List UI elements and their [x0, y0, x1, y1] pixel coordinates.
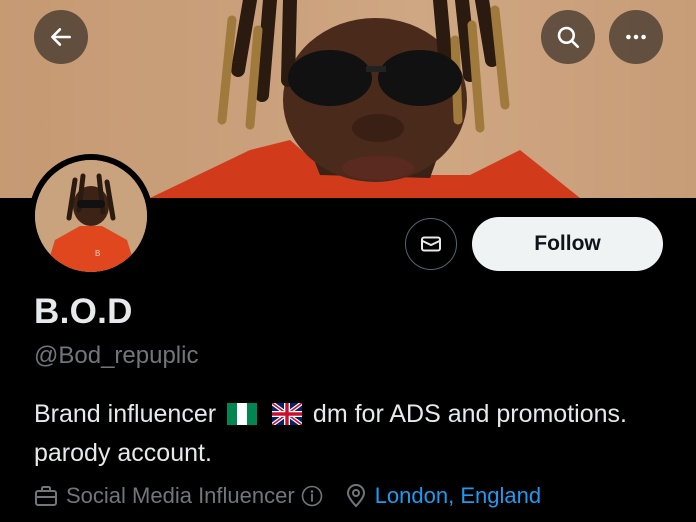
profile-screen: B Follow B.O.D @Bod_repuplic Brand influ… — [0, 0, 696, 522]
follow-button[interactable]: Follow — [472, 217, 663, 271]
svg-text:B: B — [95, 249, 100, 258]
profile-location[interactable]: London, England — [375, 483, 541, 509]
arrow-left-icon — [51, 28, 71, 46]
avatar-photo: B — [35, 160, 147, 272]
user-handle: @Bod_repuplic — [34, 342, 199, 369]
uk-flag-icon — [270, 399, 304, 435]
envelope-icon — [421, 236, 441, 252]
message-button[interactable] — [405, 218, 457, 270]
search-icon — [557, 26, 580, 49]
profile-meta-row: Social Media Influencer London, England — [34, 481, 541, 511]
location-pin-icon — [345, 484, 367, 508]
back-button[interactable] — [34, 10, 88, 64]
bio-text-start: Brand influencer — [34, 400, 217, 428]
profile-category: Social Media Influencer — [66, 483, 295, 508]
nigeria-flag-icon — [227, 399, 258, 435]
search-button[interactable] — [541, 10, 595, 64]
profile-bio: Brand influencer dm for ADS and promotio… — [34, 396, 654, 471]
display-name: B.O.D — [34, 292, 133, 331]
more-options-button[interactable] — [609, 10, 663, 64]
briefcase-icon — [34, 485, 58, 507]
profile-avatar[interactable]: B — [29, 154, 153, 278]
more-horizontal-icon — [626, 34, 646, 40]
info-icon[interactable] — [301, 485, 323, 507]
